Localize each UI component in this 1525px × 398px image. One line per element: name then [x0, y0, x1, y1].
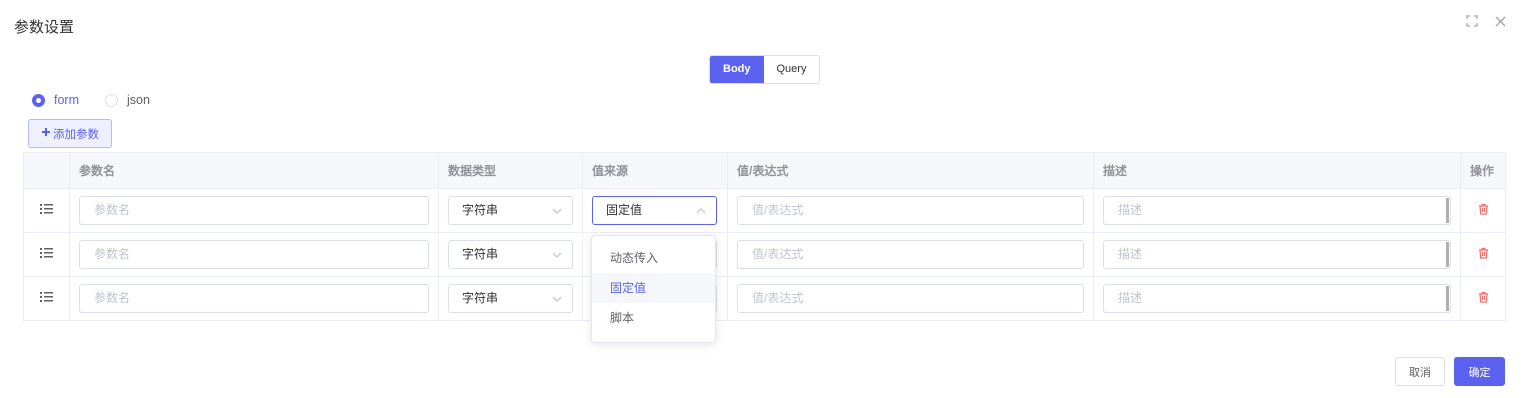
trash-icon[interactable] [1478, 291, 1489, 306]
dropdown-option-script[interactable]: 脚本 [592, 303, 715, 333]
operation-cell [1460, 188, 1506, 233]
data-type-value: 字符串 [462, 291, 499, 305]
add-param-label: 添加参数 [53, 128, 99, 141]
trash-icon[interactable] [1478, 203, 1489, 218]
param-name-input[interactable]: 参数名 [79, 196, 429, 225]
dialog-title: 参数设置 [14, 19, 75, 36]
value-expression-input[interactable]: 值/表达式 [737, 196, 1084, 225]
description-placeholder: 描述 [1118, 291, 1143, 305]
tab-query[interactable]: Query [763, 56, 820, 83]
chevron-down-icon [552, 197, 562, 224]
resize-grip[interactable] [1446, 242, 1449, 267]
drag-cell[interactable] [23, 232, 70, 277]
column-header: 数据类型 [438, 152, 583, 189]
drag-handle-icon[interactable] [40, 203, 53, 218]
chevron-down-icon [552, 241, 562, 268]
data-type-value: 字符串 [462, 247, 499, 261]
confirm-button[interactable]: 确定 [1454, 357, 1505, 386]
table-row: 参数名 字符串 值/表达式 描述 [23, 276, 1506, 321]
tab-body[interactable]: Body [710, 56, 764, 83]
column-header-drag [23, 152, 70, 189]
radio-label: form [54, 93, 79, 107]
drag-handle-icon[interactable] [40, 291, 53, 306]
drag-handle-icon[interactable] [40, 247, 53, 262]
format-radio-group: form json [32, 93, 150, 107]
description-textarea[interactable]: 描述 [1103, 196, 1451, 225]
table-row: 参数名 字符串 值/表达式 描述 [23, 232, 1506, 277]
column-header: 描述 [1093, 152, 1461, 189]
data-type-select[interactable]: 字符串 [448, 284, 573, 313]
param-name-input[interactable]: 参数名 [79, 240, 429, 269]
description-textarea[interactable]: 描述 [1103, 284, 1451, 313]
column-header: 值来源 [582, 152, 728, 189]
table-row: 参数名 字符串 固定值 值/表达式 描述 [23, 188, 1506, 233]
window-controls [1465, 14, 1507, 28]
description-placeholder: 描述 [1118, 247, 1143, 261]
resize-grip[interactable] [1446, 198, 1449, 223]
drag-cell[interactable] [23, 276, 70, 321]
operation-cell [1460, 276, 1506, 321]
table-header-row: 参数名 数据类型 值来源 值/表达式 描述 操作 [23, 152, 1506, 189]
drag-cell[interactable] [23, 188, 70, 233]
plus-icon [41, 127, 51, 140]
column-header: 值/表达式 [727, 152, 1094, 189]
dropdown-option-dynamic[interactable]: 动态传入 [592, 243, 715, 273]
body-query-tabs: Body Query [709, 55, 821, 84]
fullscreen-icon[interactable] [1465, 14, 1479, 28]
data-type-select[interactable]: 字符串 [448, 196, 573, 225]
column-header: 参数名 [69, 152, 439, 189]
value-source-dropdown: 动态传入 固定值 脚本 [591, 235, 716, 343]
dropdown-option-fixed[interactable]: 固定值 [592, 273, 715, 303]
radio-label: json [127, 93, 150, 107]
value-source-value: 固定值 [606, 203, 643, 217]
data-type-value: 字符串 [462, 203, 499, 217]
params-table: 参数名 数据类型 值来源 值/表达式 描述 操作 参数名 字符串 固定值 值/表… [23, 152, 1506, 321]
trash-icon[interactable] [1478, 247, 1489, 262]
radio-form[interactable]: form [32, 93, 79, 107]
close-icon[interactable] [1493, 14, 1507, 28]
column-header: 操作 [1460, 152, 1506, 189]
chevron-up-icon [696, 197, 706, 224]
param-name-input[interactable]: 参数名 [79, 284, 429, 313]
chevron-down-icon [552, 285, 562, 312]
add-param-button[interactable]: 添加参数 [28, 119, 112, 148]
operation-cell [1460, 232, 1506, 277]
data-type-select[interactable]: 字符串 [448, 240, 573, 269]
radio-json[interactable]: json [105, 93, 150, 107]
description-textarea[interactable]: 描述 [1103, 240, 1451, 269]
value-expression-input[interactable]: 值/表达式 [737, 240, 1084, 269]
resize-grip[interactable] [1446, 286, 1449, 311]
radio-dot [105, 93, 118, 107]
description-placeholder: 描述 [1118, 203, 1143, 217]
value-expression-input[interactable]: 值/表达式 [737, 284, 1084, 313]
value-source-select[interactable]: 固定值 [592, 196, 717, 225]
radio-dot [32, 93, 45, 107]
cancel-button[interactable]: 取消 [1395, 357, 1445, 386]
